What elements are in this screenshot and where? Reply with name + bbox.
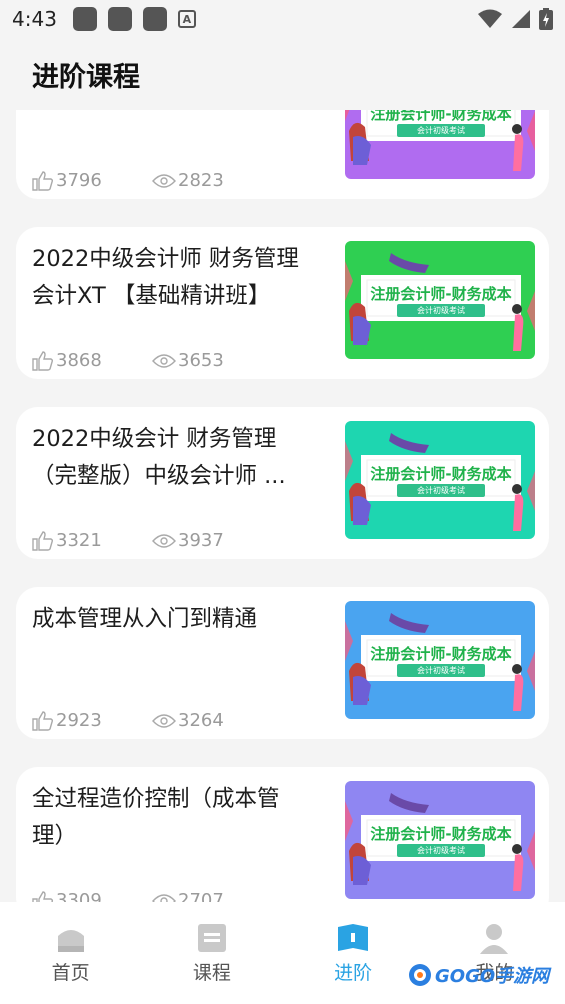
course-card[interactable]: 成本管理从入门到精通 2923 3264 注册会计师-财务成本 会计初级考试 — [16, 587, 549, 739]
signal-icon — [512, 10, 530, 28]
course-title-line: 全过程造价控制（成本管 — [32, 786, 280, 812]
course-card[interactable]: 2022中级会计师 财务管理 会计XT 【基础精讲班】 3868 3653 注册会计师-… — [16, 227, 549, 379]
tab-home-label: 首页 — [51, 962, 90, 984]
tab-course-label: 课程 — [192, 962, 231, 984]
course-stats: 3309 2707 — [32, 890, 224, 902]
like-count-value: 3321 — [56, 530, 102, 551]
view-count: 3264 — [152, 710, 224, 731]
profile-icon — [480, 924, 509, 954]
notification-icon — [72, 7, 97, 31]
notification-icon — [107, 7, 132, 31]
view-count: 2707 — [152, 890, 224, 902]
view-count: 3937 — [152, 530, 224, 551]
tab-advanced[interactable]: 进阶 — [283, 902, 424, 1004]
course-title-line: 成本管理从入门到精通 — [32, 606, 258, 632]
course-stats: 2923 3264 — [32, 710, 224, 731]
notification-icons: A — [72, 7, 196, 31]
course-thumbnail[interactable]: 注册会计师-财务成本 会计初级考试 — [345, 601, 535, 719]
page-title: 进阶课程 — [32, 61, 140, 93]
course-stats: 3321 3937 — [32, 530, 224, 551]
tab-home[interactable]: 首页 — [0, 902, 141, 1004]
like-count[interactable]: 3796 — [32, 170, 152, 191]
wifi-icon — [478, 9, 502, 28]
course-thumbnail[interactable]: 注册会计师-财务成本 会计初级考试 — [345, 241, 535, 359]
home-icon — [57, 930, 84, 952]
tab-profile[interactable]: 我的 — [424, 902, 565, 1004]
view-count-value: 2823 — [178, 170, 224, 191]
course-thumbnail[interactable]: 注册会计师-财务成本 会计初级考试 — [345, 421, 535, 539]
eye-icon — [152, 713, 176, 728]
system-icons — [477, 8, 553, 30]
banner-subtitle: 会计初级考试 — [397, 664, 485, 677]
banner-title: 注册会计师-财务成本 — [370, 825, 512, 843]
eye-icon — [152, 533, 176, 548]
course-card[interactable]: 全过程造价控制（成本管 理） 3309 2707 注册会计师-财务成本 会计初级考试 — [16, 767, 549, 902]
course-title-line: 会计XT 【基础精讲班】 — [32, 283, 271, 309]
view-count-value: 2707 — [178, 890, 224, 902]
like-count[interactable]: 3321 — [32, 530, 152, 551]
like-count-value: 2923 — [56, 710, 102, 731]
eye-icon — [152, 893, 176, 902]
thumbs-up-icon — [32, 530, 54, 551]
view-count-value: 3937 — [178, 530, 224, 551]
course-card[interactable]: CPA考试 【注会.财务成...37962823注册会计师-财务成本会计初级考试 — [16, 110, 549, 199]
watermark: GOGO手游网 — [408, 962, 549, 988]
advanced-icon — [338, 924, 369, 951]
course-icon — [197, 924, 226, 952]
view-count-value: 3264 — [178, 710, 224, 731]
banner-title: 注册会计师-财务成本 — [370, 285, 512, 303]
app-header: 进阶课程 — [0, 38, 565, 110]
watermark-logo-icon — [409, 964, 431, 986]
tab-course[interactable]: 课程 — [141, 902, 282, 1004]
bottom-nav: 首页 课程 进阶 我的 — [0, 902, 565, 1004]
eye-icon — [152, 173, 176, 188]
course-thumbnail[interactable]: 注册会计师-财务成本 会计初级考试 — [345, 781, 535, 899]
thumbs-up-icon — [32, 350, 54, 371]
watermark-text: GOGO手游网 — [435, 966, 550, 987]
thumbs-up-icon — [32, 170, 54, 191]
thumbs-up-icon — [32, 710, 54, 731]
course-title: 2022中级会计 财务管理 （完整版）中级会计师 ... — [32, 421, 332, 495]
status-time: 4:43 — [12, 7, 57, 31]
tab-advanced-label: 进阶 — [334, 962, 373, 984]
a-badge-icon: A — [177, 10, 196, 28]
banner-title: 注册会计师-财务成本 — [370, 465, 512, 483]
notification-icon — [142, 7, 167, 31]
banner-title: 注册会计师-财务成本 — [370, 110, 512, 123]
thumbs-up-icon — [32, 890, 54, 902]
course-stats: 3796 2823 — [32, 170, 224, 191]
course-title-line: 理） — [32, 823, 78, 849]
banner-subtitle: 会计初级考试 — [397, 844, 485, 857]
course-title: 2022中级会计师 财务管理 会计XT 【基础精讲班】 — [32, 241, 332, 315]
course-title-line: 2022中级会计 财务管理 — [32, 426, 277, 452]
like-count-value: 3796 — [56, 170, 102, 191]
eye-icon — [152, 353, 176, 368]
course-stats: 3868 3653 — [32, 350, 224, 371]
like-count[interactable]: 2923 — [32, 710, 152, 731]
status-bar: 4:43 A — [0, 0, 565, 38]
course-list[interactable]: CPA考试 【注会.财务成...37962823注册会计师-财务成本会计初级考试… — [0, 110, 565, 902]
course-thumbnail[interactable]: 注册会计师-财务成本 会计初级考试 — [345, 110, 535, 179]
course-title-line: （完整版）中级会计师 ... — [32, 463, 286, 489]
view-count: 2823 — [152, 170, 224, 191]
course-title-line: 2022中级会计师 财务管理 — [32, 246, 299, 272]
course-card[interactable]: 2022中级会计 财务管理 （完整版）中级会计师 ... 3321 3937 注册会计师… — [16, 407, 549, 559]
view-count: 3653 — [152, 350, 224, 371]
banner-subtitle: 会计初级考试 — [397, 304, 485, 317]
like-count-value: 3309 — [56, 890, 102, 902]
like-count-value: 3868 — [56, 350, 102, 371]
course-title: 全过程造价控制（成本管 理） — [32, 781, 332, 855]
like-count[interactable]: 3309 — [32, 890, 152, 902]
course-title: 成本管理从入门到精通 — [32, 601, 332, 638]
like-count[interactable]: 3868 — [32, 350, 152, 371]
banner-subtitle: 会计初级考试 — [397, 124, 485, 137]
view-count-value: 3653 — [178, 350, 224, 371]
banner-subtitle: 会计初级考试 — [397, 484, 485, 497]
banner-title: 注册会计师-财务成本 — [370, 645, 512, 663]
battery-icon — [539, 8, 553, 30]
